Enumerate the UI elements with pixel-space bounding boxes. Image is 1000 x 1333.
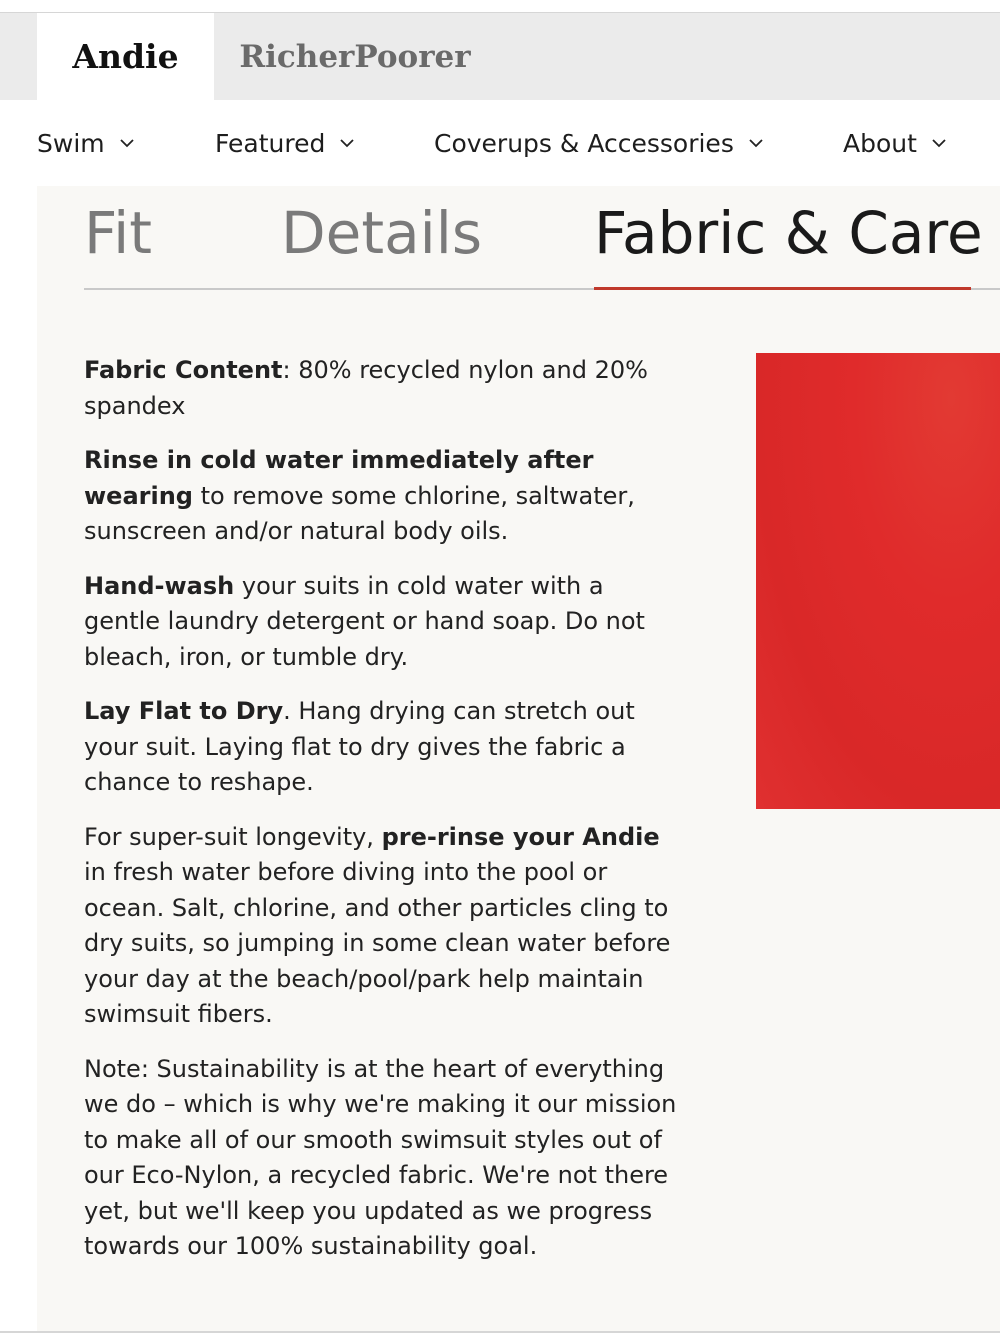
chevron-down-icon: [119, 139, 134, 148]
nav-item-label: Swim: [37, 128, 105, 158]
nav-item-coverups-accessories[interactable]: Coverups & Accessories: [434, 100, 764, 186]
pre-rinse-intro: For super-suit longevity,: [84, 822, 382, 851]
product-info-panel: Fit Details Fabric & Care Fabric Content…: [37, 186, 1000, 1333]
hand-wash-paragraph: Hand-wash your suits in cold water with …: [84, 569, 684, 676]
nav-item-about[interactable]: About: [843, 100, 947, 186]
brand-tab-richerpoorer[interactable]: RicherPoorer: [214, 13, 496, 100]
tab-details[interactable]: Details: [281, 198, 482, 268]
lay-flat-paragraph: Lay Flat to Dry. Hang drying can stretch…: [84, 694, 684, 801]
brand-tab-andie[interactable]: Andie: [37, 13, 214, 100]
rinse-paragraph: Rinse in cold water immediately after we…: [84, 443, 684, 550]
tab-fit[interactable]: Fit: [84, 198, 152, 268]
chevron-down-icon: [749, 139, 763, 148]
brand-switcher: Andie RicherPoorer: [0, 13, 1000, 100]
hand-wash-label: Hand-wash: [84, 571, 235, 600]
chevron-down-icon: [932, 139, 946, 148]
fabric-swatch-image: [756, 353, 1000, 809]
top-border: [0, 0, 1000, 13]
nav-item-label: Featured: [215, 128, 326, 158]
pre-rinse-label: pre-rinse your Andie: [381, 822, 660, 851]
fabric-care-content: Fabric Content: 80% recycled nylon and 2…: [84, 353, 684, 1284]
pre-rinse-text: in fresh water before diving into the po…: [84, 858, 671, 1028]
nav-item-swim[interactable]: Swim: [37, 100, 135, 186]
tab-fabric-care[interactable]: Fabric & Care: [594, 198, 983, 268]
brand-logo-richerpoorer: RicherPoorer: [239, 38, 471, 75]
nav-item-label: Coverups & Accessories: [434, 128, 734, 158]
nav-item-label: About: [843, 128, 917, 158]
brand-logo-andie: Andie: [72, 37, 179, 76]
main-nav: Swim Featured Coverups & Accessories Abo…: [0, 100, 1000, 186]
sustainability-note-text: Note: Sustainability is at the heart of …: [84, 1054, 677, 1261]
nav-item-featured[interactable]: Featured: [215, 100, 355, 186]
product-tabs: Fit Details Fabric & Care: [84, 186, 1000, 290]
active-tab-indicator: [594, 287, 971, 290]
pre-rinse-paragraph: For super-suit longevity, pre-rinse your…: [84, 820, 684, 1033]
fabric-content-label: Fabric Content: [84, 356, 283, 384]
chevron-down-icon: [340, 139, 354, 148]
fabric-content-paragraph: Fabric Content: 80% recycled nylon and 2…: [84, 353, 684, 424]
sustainability-note: Note: Sustainability is at the heart of …: [84, 1052, 684, 1265]
lay-flat-label: Lay Flat to Dry: [84, 697, 284, 725]
